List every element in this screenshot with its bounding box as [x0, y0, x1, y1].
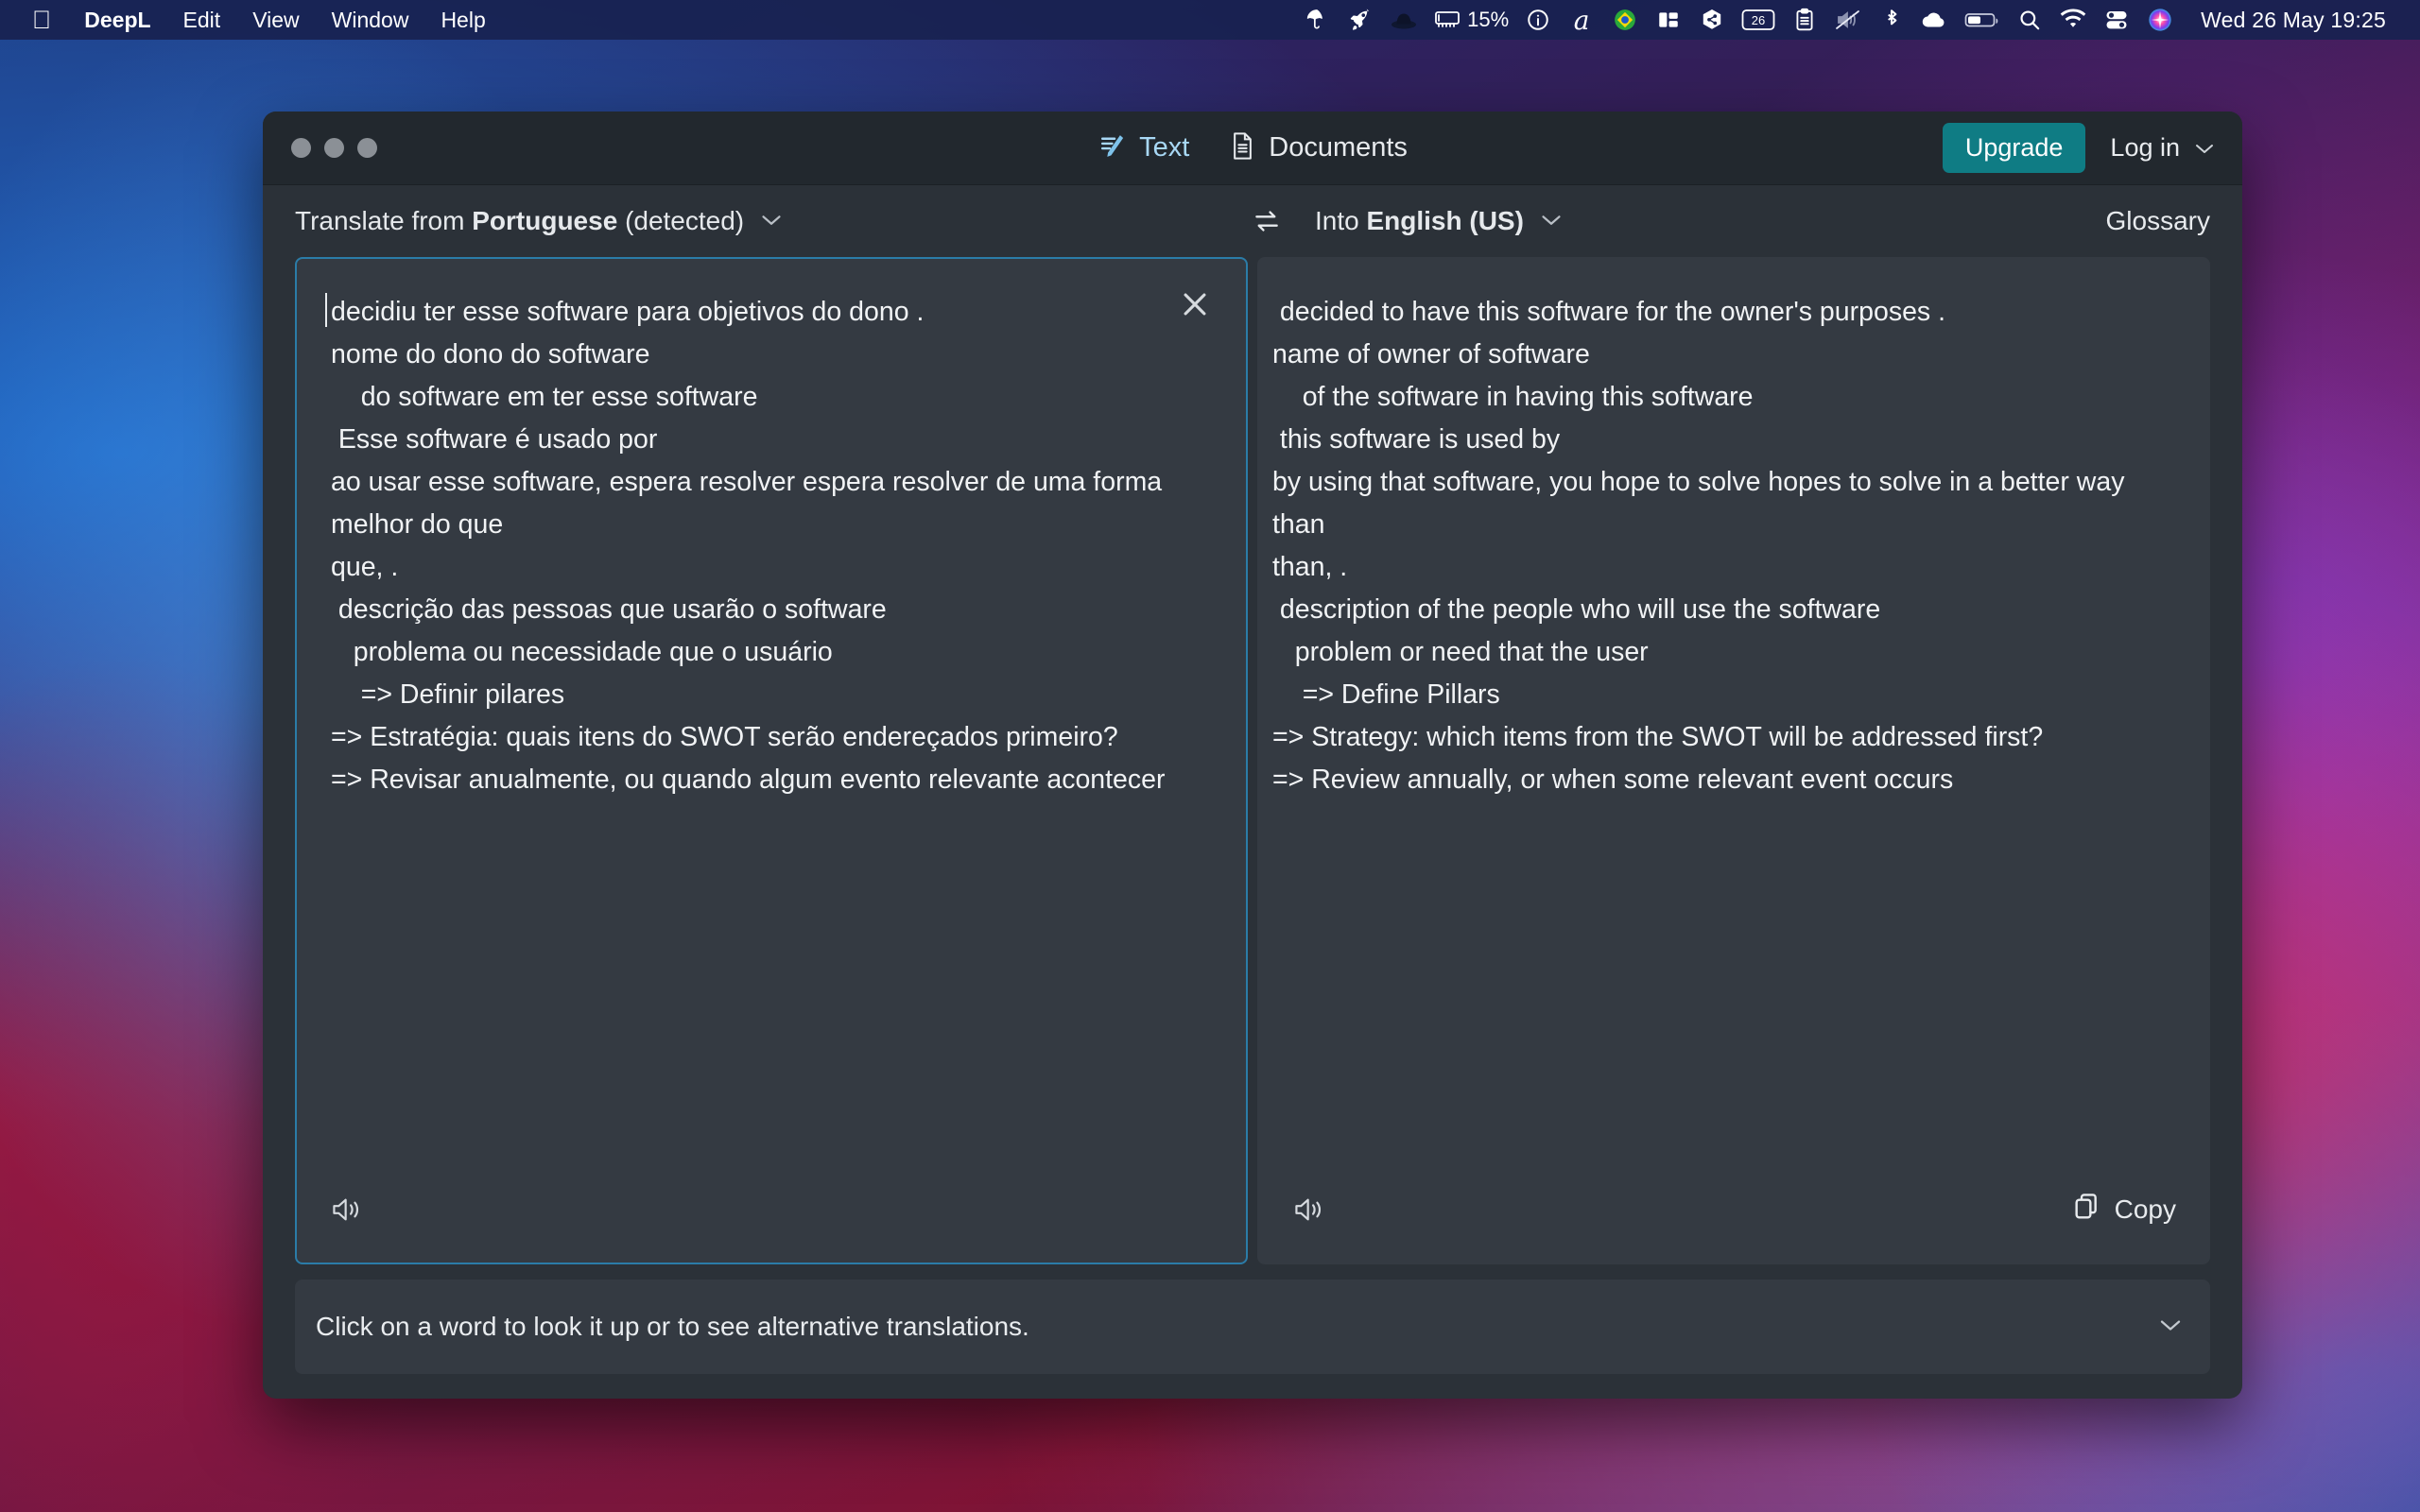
- cloud-icon[interactable]: [1913, 0, 1957, 40]
- source-language-selector[interactable]: Translate from Portuguese (detected): [295, 206, 1253, 236]
- menu-bar-clock[interactable]: Wed 26 May 19:25: [2182, 8, 2399, 33]
- tab-documents[interactable]: Documents: [1229, 131, 1408, 165]
- siri-icon[interactable]: [2138, 0, 2182, 40]
- apple-icon[interactable]: : [25, 0, 68, 40]
- menu-item-help[interactable]: Help: [424, 0, 501, 40]
- menu-bar-status-items: 15% 𝑎 26 Wed 26 May 19:25: [1295, 0, 2420, 40]
- target-language-prefix: Into: [1315, 206, 1359, 235]
- target-language-name: English (US): [1366, 206, 1524, 235]
- window-titlebar: Text Documents Upgrade Log in: [263, 112, 2242, 185]
- chevron-down-icon: [2193, 133, 2216, 163]
- chevron-down-icon[interactable]: [1539, 209, 1564, 233]
- status-hint-bar[interactable]: Click on a word to look it up or to see …: [295, 1280, 2210, 1374]
- minimize-window-button[interactable]: [324, 138, 344, 158]
- brazil-flag-icon[interactable]: [1603, 0, 1647, 40]
- control-center-icon[interactable]: [2095, 0, 2138, 40]
- status-hint-text: Click on a word to look it up or to see …: [316, 1312, 1029, 1341]
- info-circle-icon[interactable]: [1516, 0, 1560, 40]
- calendar-day-icon[interactable]: 26: [1734, 0, 1783, 40]
- tab-text[interactable]: Text: [1098, 131, 1189, 165]
- text-cursor: [325, 293, 327, 327]
- search-icon[interactable]: [2008, 0, 2051, 40]
- bowler-hat-icon[interactable]: [1382, 0, 1426, 40]
- battery-icon[interactable]: [1957, 0, 2008, 40]
- deepl-app-window: Text Documents Upgrade Log in Translate …: [263, 112, 2242, 1399]
- login-label: Log in: [2110, 133, 2180, 162]
- close-icon[interactable]: [1172, 282, 1218, 327]
- speaker-icon[interactable]: [329, 1194, 365, 1226]
- copy-icon: [2072, 1192, 2102, 1228]
- menu-item-edit[interactable]: Edit: [167, 0, 237, 40]
- umbrella-icon[interactable]: [1295, 0, 1339, 40]
- translated-text[interactable]: decided to have this software for the ow…: [1259, 259, 2208, 1172]
- menu-item-view[interactable]: View: [236, 0, 315, 40]
- tab-text-label: Text: [1139, 132, 1190, 163]
- copy-button[interactable]: Copy: [2072, 1192, 2176, 1228]
- source-text-panel[interactable]: decidiu ter esse software para objetivos…: [295, 257, 1248, 1264]
- titlebar-actions: Upgrade Log in: [1942, 123, 2216, 173]
- source-language-suffix: (detected): [625, 206, 745, 235]
- menu-item-app-name[interactable]: DeepL: [68, 0, 166, 40]
- split-view-icon[interactable]: [1647, 0, 1690, 40]
- source-textarea[interactable]: decidiu ter esse software para objetivos…: [297, 259, 1246, 1172]
- source-language-prefix: Translate from: [295, 206, 465, 235]
- maximize-window-button[interactable]: [357, 138, 377, 158]
- upgrade-button[interactable]: Upgrade: [1942, 123, 2086, 173]
- speaker-icon[interactable]: [1291, 1194, 1327, 1226]
- chevron-down-icon[interactable]: [759, 209, 784, 233]
- target-language-label[interactable]: Into English (US): [1315, 206, 1524, 236]
- svg-text:26: 26: [1752, 13, 1765, 27]
- menu-item-window[interactable]: Window: [316, 0, 425, 40]
- window-traffic-lights: [291, 138, 377, 158]
- memory-percent-label: 15%: [1467, 8, 1510, 31]
- source-language-label: Translate from Portuguese (detected): [295, 206, 744, 236]
- target-text-panel[interactable]: decided to have this software for the ow…: [1257, 257, 2210, 1264]
- document-icon: [1229, 131, 1256, 165]
- bluetooth-icon[interactable]: [1870, 0, 1913, 40]
- glossary-button[interactable]: Glossary: [2106, 206, 2210, 236]
- share-node-icon[interactable]: [1690, 0, 1734, 40]
- swap-languages-icon[interactable]: [1253, 209, 1281, 233]
- chevron-down-icon[interactable]: [2157, 1314, 2184, 1340]
- translation-panels: decidiu ter esse software para objetivos…: [263, 257, 2242, 1264]
- memory-icon[interactable]: 15%: [1426, 0, 1516, 40]
- close-window-button[interactable]: [291, 138, 311, 158]
- desktop-wallpaper:  DeepL Edit View Window Help: [0, 0, 2420, 1512]
- target-language-selector: Into English (US) Glossary: [1253, 206, 2210, 236]
- login-button[interactable]: Log in: [2110, 133, 2216, 163]
- macos-menu-bar:  DeepL Edit View Window Help: [0, 0, 2420, 40]
- wifi-icon[interactable]: [2051, 0, 2095, 40]
- menu-bar-left:  DeepL Edit View Window Help: [0, 0, 502, 40]
- language-selector-row: Translate from Portuguese (detected) Int…: [263, 185, 2242, 257]
- rocket-icon[interactable]: [1339, 0, 1382, 40]
- copy-label: Copy: [2114, 1194, 2176, 1224]
- cursive-a-icon[interactable]: 𝑎: [1560, 0, 1603, 40]
- tab-documents-label: Documents: [1269, 132, 1408, 163]
- target-panel-footer: Copy: [1259, 1172, 2208, 1263]
- source-panel-footer: [297, 1172, 1246, 1263]
- text-translate-icon: [1098, 131, 1127, 165]
- clipboard-icon[interactable]: [1783, 0, 1826, 40]
- source-language-name: Portuguese: [472, 206, 618, 235]
- mute-icon[interactable]: [1826, 0, 1870, 40]
